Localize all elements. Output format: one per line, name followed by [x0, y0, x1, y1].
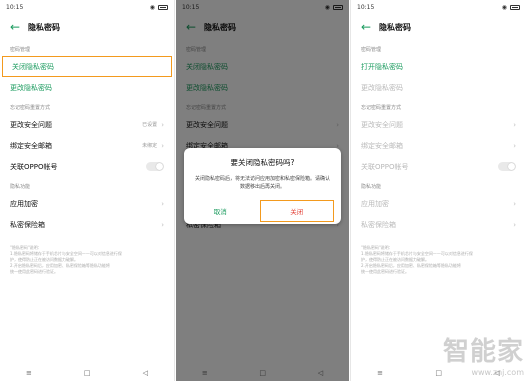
watermark-url: www.znj.com [471, 368, 524, 377]
header: ← 隐私密码 [0, 14, 174, 40]
description-note: "隐私密码"说明： 1.隐私密码将储存于手机芯片与安全空间——可以对信息进行保 … [351, 245, 526, 275]
chevron-right-icon: › [161, 141, 164, 150]
close-privacy-password-item[interactable]: 关闭隐私密码 [2, 56, 172, 77]
change-privacy-password-label: 更改隐私密码 [10, 83, 52, 92]
wifi-icon: ◉ [149, 3, 155, 11]
dialog-body: 关闭隐私密码后，将无法访问应用加密和私密保险箱。请确认数据移出后再关闭。 [194, 176, 330, 190]
chevron-right-icon: › [161, 120, 164, 129]
section-features: 隐私功能 [10, 184, 31, 190]
battery-icon [510, 4, 520, 10]
note-line: 统一使用此密码进行验证。 [361, 269, 409, 274]
back-arrow-icon[interactable]: ← [10, 20, 28, 34]
bind-email-label: 绑定安全邮箱 [10, 141, 52, 150]
section-features: 隐私功能 [361, 184, 382, 190]
menu-icon[interactable]: ≡ [377, 369, 383, 377]
app-lock-item[interactable]: 应用加密 › [0, 193, 174, 214]
app-lock-item: 应用加密 › [351, 193, 526, 214]
security-question-label: 更改安全问题 [10, 120, 52, 129]
security-question-label: 更改安全问题 [361, 120, 403, 129]
security-question-item[interactable]: 更改安全问题 已设置 › [0, 114, 174, 135]
safe-box-label: 私密保险箱 [361, 220, 396, 229]
status-time: 10:15 [6, 3, 24, 11]
chevron-right-icon: › [513, 141, 516, 150]
back-arrow-icon[interactable]: ← [361, 20, 379, 34]
security-question-item: 更改安全问题 › [351, 114, 526, 135]
oppo-toggle [498, 162, 516, 171]
link-oppo-account-item: 关联OPPO帐号 [351, 156, 526, 177]
page-title: 隐私密码 [379, 22, 411, 32]
status-bar: 10:15 ◉ [351, 0, 526, 14]
safe-box-item[interactable]: 私密保险箱 › [0, 214, 174, 235]
dialog-title: 要关闭隐私密码吗? [230, 158, 295, 167]
safe-box-label: 私密保险箱 [10, 220, 45, 229]
chevron-right-icon: › [161, 199, 164, 208]
cancel-button[interactable]: 取消 [184, 200, 257, 222]
home-icon[interactable]: □ [84, 369, 91, 377]
chevron-right-icon: › [161, 220, 164, 229]
change-privacy-password-item: 更改隐私密码 [351, 77, 526, 98]
screen-close-confirm: 10:15 ◉ ← 隐私密码 密码管理 关闭隐私密码 更改隐私密码 忘记密码重置… [176, 0, 349, 381]
section-recovery: 忘记密码重置方式 [10, 105, 51, 111]
bind-email-item[interactable]: 绑定安全邮箱 未绑定 › [0, 135, 174, 156]
home-icon[interactable]: □ [435, 369, 442, 377]
note-line: 统一使用此密码进行验证。 [10, 269, 58, 274]
watermark-text: 智能家 [442, 337, 524, 367]
nav-bar: ≡ □ ◁ [0, 365, 174, 381]
app-lock-label: 应用加密 [10, 199, 38, 208]
change-privacy-password-label: 更改隐私密码 [361, 83, 403, 92]
section-recovery: 忘记密码重置方式 [361, 105, 402, 111]
oppo-toggle[interactable] [146, 162, 164, 171]
screen-privacy-password-off: 10:15 ◉ ← 隐私密码 密码管理 打开隐私密码 更改隐私密码 忘记密码重置… [350, 0, 526, 381]
app-lock-label: 应用加密 [361, 199, 389, 208]
page-title: 隐私密码 [28, 22, 60, 32]
status-time: 10:15 [357, 3, 375, 11]
link-oppo-label: 关联OPPO帐号 [10, 162, 58, 171]
watermark-logo: 智能家 www.znj.com [443, 331, 524, 377]
close-privacy-password-label: 关闭隐私密码 [12, 62, 54, 71]
dialog-buttons: 取消 关闭 [184, 200, 341, 222]
menu-icon[interactable]: ≡ [26, 369, 32, 377]
wifi-icon: ◉ [501, 3, 507, 11]
status-bar: 10:15 ◉ [0, 0, 174, 14]
confirm-close-button[interactable]: 关闭 [259, 200, 334, 222]
safe-box-item: 私密保险箱 › [351, 214, 526, 235]
bind-email-value: 未绑定 [142, 143, 158, 149]
chevron-right-icon: › [513, 199, 516, 208]
header: ← 隐私密码 [351, 14, 526, 40]
link-oppo-label: 关联OPPO帐号 [361, 162, 409, 171]
change-privacy-password-item[interactable]: 更改隐私密码 [0, 77, 174, 98]
close-confirm-dialog: 要关闭隐私密码吗? 关闭隐私密码后，将无法访问应用加密和私密保险箱。请确认数据移… [184, 148, 341, 224]
screen-privacy-password-on: 10:15 ◉ ← 隐私密码 密码管理 关闭隐私密码 更改隐私密码 忘记密码重置… [0, 0, 175, 381]
link-oppo-account-item[interactable]: 关联OPPO帐号 [0, 156, 174, 177]
chevron-right-icon: › [513, 220, 516, 229]
battery-icon [158, 4, 168, 10]
bind-email-label: 绑定安全邮箱 [361, 141, 403, 150]
description-note: "隐私密码"说明： 1.隐私密码将储存于手机芯片与安全空间——可以对信息进行保 … [0, 245, 174, 275]
back-icon[interactable]: ◁ [143, 369, 148, 377]
chevron-right-icon: › [513, 120, 516, 129]
open-privacy-password-label: 打开隐私密码 [361, 62, 403, 71]
open-privacy-password-item[interactable]: 打开隐私密码 [351, 56, 526, 77]
bind-email-item: 绑定安全邮箱 › [351, 135, 526, 156]
security-question-value: 已设置 [142, 122, 158, 128]
section-password-management: 密码管理 [10, 47, 31, 53]
section-password-management: 密码管理 [361, 47, 382, 53]
